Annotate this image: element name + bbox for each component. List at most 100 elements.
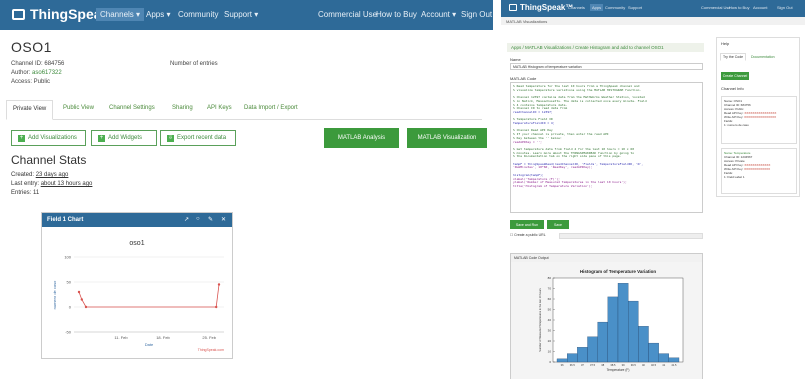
widget-title: Field 1 Chart xyxy=(42,213,232,227)
y-tick-label: 10 xyxy=(548,350,552,354)
code-label: MATLAB Code xyxy=(510,76,537,81)
channel-access: Access: Public xyxy=(11,79,51,85)
channel-tabs: Private View Public View Channel Setting… xyxy=(6,100,482,120)
nav-account[interactable]: Account ▾ xyxy=(421,10,456,19)
external-link-icon[interactable]: ↗ xyxy=(184,216,189,223)
stat-entries: Entries: 11 xyxy=(11,190,40,196)
tab-sharing[interactable]: Sharing xyxy=(172,105,193,111)
x-axis-label: Date xyxy=(145,342,154,347)
histogram-bar xyxy=(556,358,568,363)
close-icon[interactable]: ✕ xyxy=(221,216,226,223)
x-axis-label: Temperature (F) xyxy=(607,368,630,372)
x-tick-label: 37.5 xyxy=(590,363,596,367)
x-tick-label: 40.5 xyxy=(651,363,657,367)
matlab-visualization-page: ThingSpeak™ Channels Apps Community Supp… xyxy=(501,0,805,379)
nav-commercial-use[interactable]: Commercial Use xyxy=(318,10,377,19)
name-input[interactable]: MATLAB Histogram of temperature variatio… xyxy=(510,63,703,70)
create-public-url-checkbox[interactable]: ☐ Create a public URL xyxy=(510,233,546,237)
thingspeak-logo[interactable]: ThingSpeak™ xyxy=(509,3,573,12)
add-widgets-button[interactable]: + Add Widgets xyxy=(91,130,157,146)
tab-documentation[interactable]: Documentation xyxy=(751,55,775,59)
help-sidebar: Help Try the Code Documentation Create C… xyxy=(716,37,800,197)
histogram-bar xyxy=(668,357,680,363)
plus-icon: + xyxy=(18,134,25,142)
histogram-bar xyxy=(607,296,619,363)
x-tick-label: 36.5 xyxy=(570,363,576,367)
code-line: title('Histogram of Temperature Variatio… xyxy=(513,183,593,188)
stat-created: Created: 23 days ago xyxy=(11,172,69,178)
y-tick-label: 100 xyxy=(64,255,71,260)
nav-apps[interactable]: Apps ▾ xyxy=(146,10,170,19)
series-line xyxy=(78,284,220,308)
tab-private-view[interactable]: Private View xyxy=(6,100,54,120)
nav-channels[interactable]: Channels ▾ xyxy=(96,8,145,21)
name-label: Name xyxy=(510,57,521,62)
stat-last-entry: Last entry: about 13 hours ago xyxy=(11,181,93,187)
nav-how-to-buy[interactable]: How to Buy xyxy=(729,5,749,10)
chat-bubble-icon xyxy=(12,8,25,20)
nav-support[interactable]: Support xyxy=(628,5,642,10)
matlab-output-panel: MATLAB Code Output Histogram of Temperat… xyxy=(510,253,703,379)
export-icon: ⇩ xyxy=(167,134,174,142)
field-chart: oso1 -50 0 50 100 11. Feb 18. Feb 25. Feb Date nu… xyxy=(52,240,224,352)
histogram-bar xyxy=(597,321,608,363)
x-tick-label: 25. Feb xyxy=(202,335,216,340)
histogram-chart: Histogram of Temperature Variation010203… xyxy=(511,262,702,379)
y-tick-label: 60 xyxy=(548,297,552,301)
nav-account[interactable]: Account xyxy=(753,5,767,10)
histogram-bar xyxy=(628,300,639,363)
number-of-entries: Number of entries xyxy=(170,61,218,67)
y-axis-label: Number of Measured Temperatures in the l… xyxy=(538,288,542,352)
add-visualizations-button[interactable]: + Add Visualizations xyxy=(11,130,86,146)
save-button[interactable]: Save xyxy=(547,220,569,229)
x-tick-label: 11. Feb xyxy=(114,335,128,340)
create-channel-button[interactable]: Create Channel xyxy=(721,72,749,80)
plus-icon: + xyxy=(98,134,105,142)
y-tick-label: 0 xyxy=(69,305,72,310)
help-title: Help xyxy=(721,41,730,46)
histogram-bar xyxy=(658,353,669,363)
top-navbar: ThingSpeak™ Channels Apps Community Supp… xyxy=(501,0,805,17)
x-tick-label: 39.5 xyxy=(631,363,637,367)
y-tick-label: 50 xyxy=(67,280,72,285)
histogram-title: Histogram of Temperature Variation xyxy=(580,269,656,274)
nav-community[interactable]: Community xyxy=(605,5,625,10)
channel-title: OSO1 xyxy=(11,39,52,55)
nav-sign-out[interactable]: Sign Out xyxy=(461,10,492,19)
data-point xyxy=(84,305,88,309)
channel-page: ThingSpeak™ Channels ▾ Apps ▾ Community … xyxy=(0,0,493,379)
output-title: MATLAB Code Output xyxy=(511,254,702,262)
y-tick-label: -50 xyxy=(65,330,72,335)
comment-icon[interactable]: ○ xyxy=(196,216,200,222)
nav-channels[interactable]: Channels xyxy=(568,5,585,10)
matlab-analysis-button[interactable]: MATLAB Analysis xyxy=(324,128,399,148)
tab-try-the-code[interactable]: Try the Code xyxy=(720,53,747,61)
nav-commercial-use[interactable]: Commercial Use xyxy=(701,5,731,10)
nav-support[interactable]: Support ▾ xyxy=(224,10,258,19)
export-recent-data-button[interactable]: ⇩ Export recent data xyxy=(160,130,236,146)
channel-id: Channel ID: 684756 xyxy=(11,61,65,67)
nav-sign-out[interactable]: Sign Out xyxy=(777,5,793,10)
channel-info-line: 1: Field Label 1 xyxy=(724,175,745,179)
histogram-bar xyxy=(577,347,588,363)
author-link[interactable]: aso617322 xyxy=(32,70,62,76)
tab-api-keys[interactable]: API Keys xyxy=(207,105,232,111)
matlab-visualization-button[interactable]: MATLAB Visualization xyxy=(407,128,487,148)
y-axis-label: numero de caso xyxy=(52,280,57,309)
channel-info-box: Name: OSO1 Channel ID: 684756 Access: Publ… xyxy=(721,96,797,144)
nav-apps[interactable]: Apps xyxy=(590,4,604,11)
top-navbar: ThingSpeak™ Channels ▾ Apps ▾ Community … xyxy=(0,0,493,30)
y-tick-label: 40 xyxy=(548,318,552,322)
nav-how-to-buy[interactable]: How to Buy xyxy=(376,10,417,19)
breadcrumb: MATLAB Visualizations xyxy=(501,17,805,25)
tab-channel-settings[interactable]: Channel Settings xyxy=(109,105,155,111)
edit-icon[interactable]: ✎ xyxy=(208,216,213,223)
channel-stats-title: Channel Stats xyxy=(11,153,87,167)
tab-public-view[interactable]: Public View xyxy=(63,105,94,111)
save-and-run-button[interactable]: Save and Run xyxy=(510,220,544,229)
y-tick-label: 20 xyxy=(548,339,552,343)
nav-community[interactable]: Community xyxy=(178,10,218,19)
tab-data-import-export[interactable]: Data Import / Export xyxy=(244,105,298,111)
matlab-code-editor[interactable]: % Read temperature for the last 10 hours… xyxy=(510,82,703,213)
public-url-field xyxy=(559,233,703,239)
